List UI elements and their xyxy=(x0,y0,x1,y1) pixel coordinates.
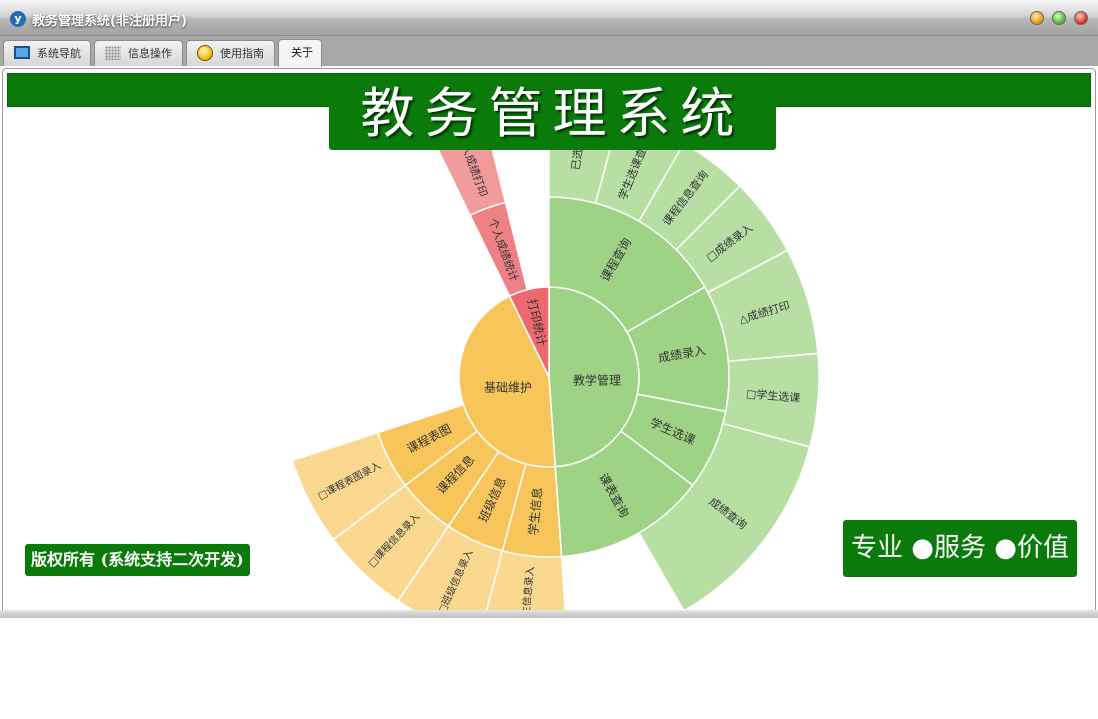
about-panel: 课程查询 成绩录入 学生选课 课表查询 已选课 学生选课查询 课程信息查询 □成绩录入 △成绩打… xyxy=(2,68,1096,616)
tab-label: 关于 xyxy=(291,46,313,59)
window-title: 教务管理系统(非注册用户) xyxy=(32,14,187,29)
app-logo-icon: y xyxy=(10,11,26,27)
tab-label: 系统导航 xyxy=(37,47,81,60)
tab-label: 使用指南 xyxy=(220,47,264,60)
sunburst-center-label-teaching: 教学管理 xyxy=(573,373,621,388)
guide-icon xyxy=(197,45,213,61)
tab-user-guide[interactable]: 使用指南 xyxy=(186,40,275,66)
sunburst-center-label-basic: 基础维护 xyxy=(484,381,532,395)
system-banner: 教务管理系统 xyxy=(329,77,776,150)
close-button[interactable] xyxy=(1074,11,1088,25)
tab-label: 信息操作 xyxy=(128,47,172,60)
monitor-icon xyxy=(14,46,30,59)
maximize-button[interactable] xyxy=(1052,11,1066,25)
banner-title: 教务管理系统 xyxy=(360,82,745,145)
status-strip xyxy=(0,610,1098,618)
copyright-badge: 版权所有 (系统支持二次开发) xyxy=(25,544,250,576)
slogan-badge: 专业 ●服务 ●价值 xyxy=(843,520,1077,577)
tab-system-nav[interactable]: 系统导航 xyxy=(3,40,91,66)
tab-info-operation[interactable]: 信息操作 xyxy=(94,40,183,66)
tab-about[interactable]: 关于 xyxy=(278,39,322,67)
title-bar: y 教务管理系统(非注册用户) xyxy=(0,0,1098,36)
grid-icon xyxy=(105,46,121,60)
minimize-button[interactable] xyxy=(1030,11,1044,25)
tab-bar: 系统导航 信息操作 使用指南 关于 xyxy=(0,36,1098,67)
